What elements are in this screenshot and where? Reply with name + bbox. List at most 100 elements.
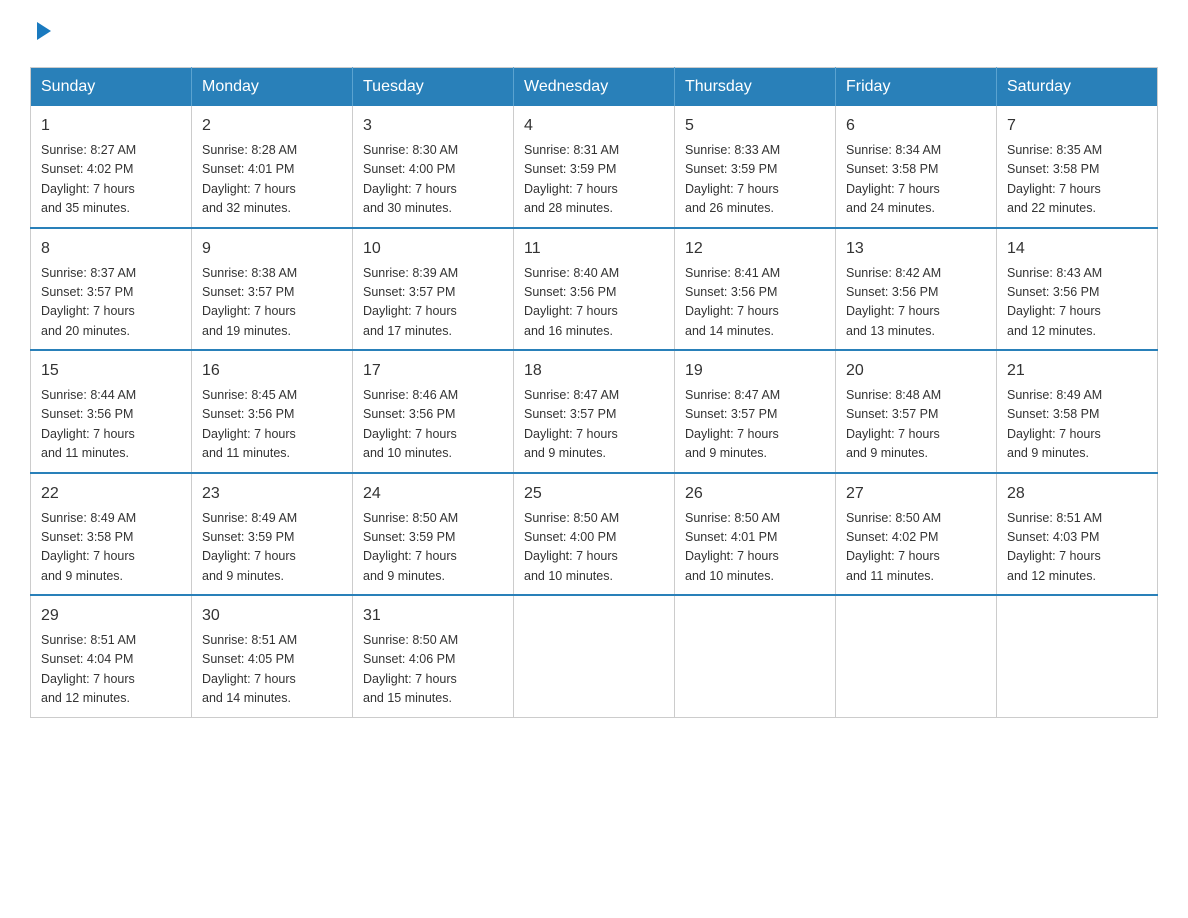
day-info: Sunrise: 8:34 AMSunset: 3:58 PMDaylight:… <box>846 141 986 219</box>
day-number: 21 <box>1007 359 1147 383</box>
day-number: 15 <box>41 359 181 383</box>
weekday-header-thursday: Thursday <box>675 68 836 107</box>
day-info: Sunrise: 8:51 AMSunset: 4:03 PMDaylight:… <box>1007 509 1147 587</box>
day-info: Sunrise: 8:38 AMSunset: 3:57 PMDaylight:… <box>202 264 342 342</box>
calendar-cell: 7 Sunrise: 8:35 AMSunset: 3:58 PMDaylight… <box>997 106 1158 228</box>
calendar-cell: 21 Sunrise: 8:49 AMSunset: 3:58 PMDayligh… <box>997 350 1158 473</box>
calendar-cell: 13 Sunrise: 8:42 AMSunset: 3:56 PMDayligh… <box>836 228 997 351</box>
calendar-cell: 27 Sunrise: 8:50 AMSunset: 4:02 PMDayligh… <box>836 473 997 596</box>
day-info: Sunrise: 8:44 AMSunset: 3:56 PMDaylight:… <box>41 386 181 464</box>
calendar-cell: 10 Sunrise: 8:39 AMSunset: 3:57 PMDayligh… <box>353 228 514 351</box>
day-info: Sunrise: 8:43 AMSunset: 3:56 PMDaylight:… <box>1007 264 1147 342</box>
day-number: 25 <box>524 482 664 506</box>
calendar-cell: 6 Sunrise: 8:34 AMSunset: 3:58 PMDaylight… <box>836 106 997 228</box>
calendar-cell: 1Sunrise: 8:27 AMSunset: 4:02 PMDaylight… <box>31 106 192 228</box>
day-info: Sunrise: 8:27 AMSunset: 4:02 PMDaylight:… <box>41 141 181 219</box>
calendar-cell: 26 Sunrise: 8:50 AMSunset: 4:01 PMDayligh… <box>675 473 836 596</box>
day-number: 26 <box>685 482 825 506</box>
day-info: Sunrise: 8:47 AMSunset: 3:57 PMDaylight:… <box>524 386 664 464</box>
day-number: 6 <box>846 114 986 138</box>
day-number: 31 <box>363 604 503 628</box>
day-number: 2 <box>202 114 342 138</box>
page-header <box>30 20 1158 47</box>
day-info: Sunrise: 8:28 AMSunset: 4:01 PMDaylight:… <box>202 141 342 219</box>
weekday-header-sunday: Sunday <box>31 68 192 107</box>
day-info: Sunrise: 8:50 AMSunset: 4:02 PMDaylight:… <box>846 509 986 587</box>
weekday-header-tuesday: Tuesday <box>353 68 514 107</box>
logo-arrow-icon <box>33 20 55 47</box>
weekday-header-saturday: Saturday <box>997 68 1158 107</box>
day-number: 11 <box>524 237 664 261</box>
day-info: Sunrise: 8:45 AMSunset: 3:56 PMDaylight:… <box>202 386 342 464</box>
day-info: Sunrise: 8:33 AMSunset: 3:59 PMDaylight:… <box>685 141 825 219</box>
calendar-cell: 25 Sunrise: 8:50 AMSunset: 4:00 PMDayligh… <box>514 473 675 596</box>
calendar-cell: 22Sunrise: 8:49 AMSunset: 3:58 PMDayligh… <box>31 473 192 596</box>
day-info: Sunrise: 8:35 AMSunset: 3:58 PMDaylight:… <box>1007 141 1147 219</box>
day-info: Sunrise: 8:50 AMSunset: 3:59 PMDaylight:… <box>363 509 503 587</box>
weekday-header-wednesday: Wednesday <box>514 68 675 107</box>
day-number: 24 <box>363 482 503 506</box>
calendar-cell: 4 Sunrise: 8:31 AMSunset: 3:59 PMDaylight… <box>514 106 675 228</box>
calendar-cell <box>514 595 675 717</box>
calendar-cell: 9 Sunrise: 8:38 AMSunset: 3:57 PMDaylight… <box>192 228 353 351</box>
calendar-cell: 15 Sunrise: 8:44 AMSunset: 3:56 PMDayligh… <box>31 350 192 473</box>
calendar-week-row: 29 Sunrise: 8:51 AMSunset: 4:04 PMDayligh… <box>31 595 1158 717</box>
day-info: Sunrise: 8:49 AMSunset: 3:58 PMDaylight:… <box>1007 386 1147 464</box>
day-info: Sunrise: 8:49 AMSunset: 3:59 PMDaylight:… <box>202 509 342 587</box>
calendar-week-row: 8Sunrise: 8:37 AMSunset: 3:57 PMDaylight… <box>31 228 1158 351</box>
calendar-cell: 3 Sunrise: 8:30 AMSunset: 4:00 PMDaylight… <box>353 106 514 228</box>
day-number: 4 <box>524 114 664 138</box>
calendar-week-row: 1Sunrise: 8:27 AMSunset: 4:02 PMDaylight… <box>31 106 1158 228</box>
day-info: Sunrise: 8:50 AMSunset: 4:06 PMDaylight:… <box>363 631 503 709</box>
calendar-cell: 11 Sunrise: 8:40 AMSunset: 3:56 PMDayligh… <box>514 228 675 351</box>
calendar-cell: 29 Sunrise: 8:51 AMSunset: 4:04 PMDayligh… <box>31 595 192 717</box>
calendar-week-row: 22Sunrise: 8:49 AMSunset: 3:58 PMDayligh… <box>31 473 1158 596</box>
day-number: 12 <box>685 237 825 261</box>
calendar-cell: 24 Sunrise: 8:50 AMSunset: 3:59 PMDayligh… <box>353 473 514 596</box>
calendar-cell <box>836 595 997 717</box>
day-number: 10 <box>363 237 503 261</box>
day-info: Sunrise: 8:31 AMSunset: 3:59 PMDaylight:… <box>524 141 664 219</box>
day-info: Sunrise: 8:30 AMSunset: 4:00 PMDaylight:… <box>363 141 503 219</box>
day-number: 19 <box>685 359 825 383</box>
day-info: Sunrise: 8:39 AMSunset: 3:57 PMDaylight:… <box>363 264 503 342</box>
day-info: Sunrise: 8:46 AMSunset: 3:56 PMDaylight:… <box>363 386 503 464</box>
weekday-header-friday: Friday <box>836 68 997 107</box>
day-info: Sunrise: 8:50 AMSunset: 4:01 PMDaylight:… <box>685 509 825 587</box>
day-info: Sunrise: 8:41 AMSunset: 3:56 PMDaylight:… <box>685 264 825 342</box>
weekday-header-row: SundayMondayTuesdayWednesdayThursdayFrid… <box>31 68 1158 107</box>
day-info: Sunrise: 8:40 AMSunset: 3:56 PMDaylight:… <box>524 264 664 342</box>
calendar-cell: 23 Sunrise: 8:49 AMSunset: 3:59 PMDayligh… <box>192 473 353 596</box>
day-info: Sunrise: 8:50 AMSunset: 4:00 PMDaylight:… <box>524 509 664 587</box>
day-info: Sunrise: 8:42 AMSunset: 3:56 PMDaylight:… <box>846 264 986 342</box>
logo <box>30 20 55 47</box>
day-number: 28 <box>1007 482 1147 506</box>
day-number: 27 <box>846 482 986 506</box>
day-number: 9 <box>202 237 342 261</box>
calendar-cell: 12 Sunrise: 8:41 AMSunset: 3:56 PMDayligh… <box>675 228 836 351</box>
calendar-cell: 19 Sunrise: 8:47 AMSunset: 3:57 PMDayligh… <box>675 350 836 473</box>
calendar-cell: 20Sunrise: 8:48 AMSunset: 3:57 PMDayligh… <box>836 350 997 473</box>
calendar-cell: 2 Sunrise: 8:28 AMSunset: 4:01 PMDaylight… <box>192 106 353 228</box>
day-number: 16 <box>202 359 342 383</box>
day-number: 13 <box>846 237 986 261</box>
calendar-cell <box>997 595 1158 717</box>
calendar-cell: 16 Sunrise: 8:45 AMSunset: 3:56 PMDayligh… <box>192 350 353 473</box>
calendar-cell: 18Sunrise: 8:47 AMSunset: 3:57 PMDayligh… <box>514 350 675 473</box>
day-number: 23 <box>202 482 342 506</box>
day-number: 22 <box>41 482 181 506</box>
day-number: 30 <box>202 604 342 628</box>
day-number: 5 <box>685 114 825 138</box>
calendar-cell: 30Sunrise: 8:51 AMSunset: 4:05 PMDayligh… <box>192 595 353 717</box>
day-number: 20 <box>846 359 986 383</box>
calendar-table: SundayMondayTuesdayWednesdayThursdayFrid… <box>30 67 1158 718</box>
day-number: 29 <box>41 604 181 628</box>
calendar-cell: 31 Sunrise: 8:50 AMSunset: 4:06 PMDayligh… <box>353 595 514 717</box>
day-info: Sunrise: 8:51 AMSunset: 4:04 PMDaylight:… <box>41 631 181 709</box>
day-info: Sunrise: 8:47 AMSunset: 3:57 PMDaylight:… <box>685 386 825 464</box>
day-number: 3 <box>363 114 503 138</box>
calendar-cell: 5 Sunrise: 8:33 AMSunset: 3:59 PMDaylight… <box>675 106 836 228</box>
day-number: 7 <box>1007 114 1147 138</box>
calendar-week-row: 15 Sunrise: 8:44 AMSunset: 3:56 PMDayligh… <box>31 350 1158 473</box>
calendar-cell <box>675 595 836 717</box>
